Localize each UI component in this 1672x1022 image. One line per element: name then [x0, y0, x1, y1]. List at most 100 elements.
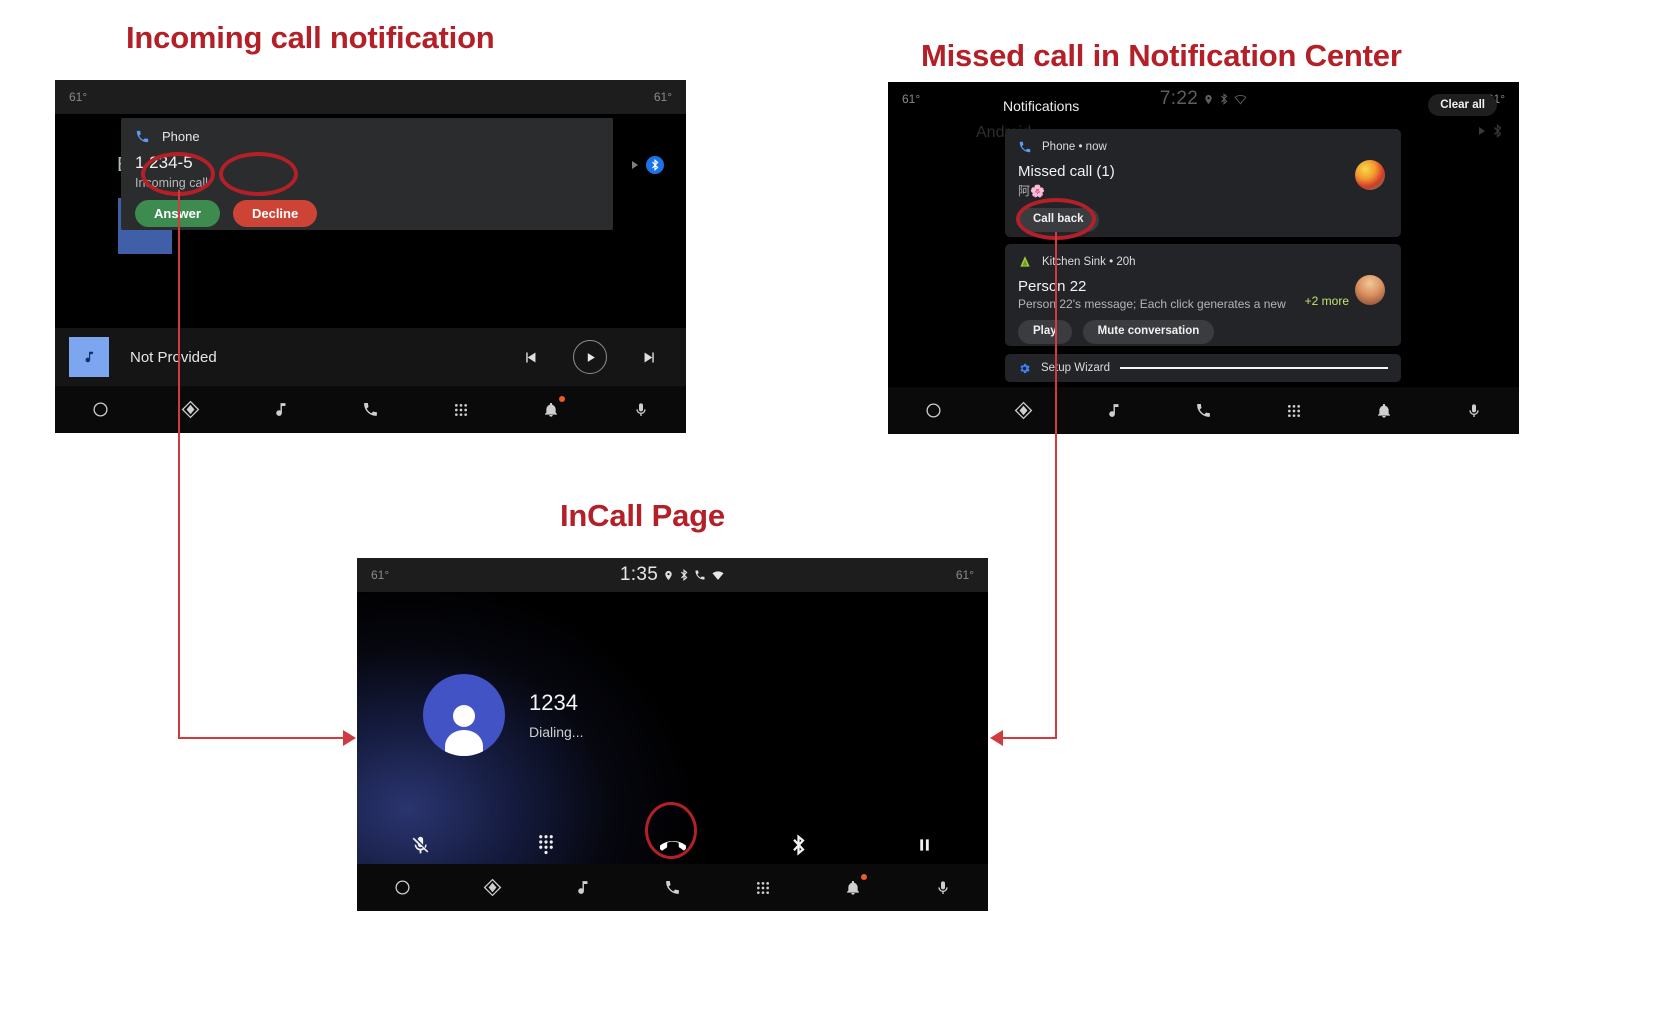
avatar — [1355, 275, 1385, 305]
skip-next-icon[interactable] — [641, 349, 658, 366]
nav-home-button[interactable] — [381, 867, 423, 909]
phone-call-icon — [135, 129, 150, 144]
incoming-call-body: B Phone — [55, 114, 686, 386]
skip-previous-icon[interactable] — [522, 349, 539, 366]
system-nav-bar — [888, 387, 1519, 434]
media-playback-bar[interactable]: Not Provided — [55, 328, 686, 386]
nav-phone-button[interactable] — [651, 867, 693, 909]
chevron-right-icon — [632, 161, 638, 169]
heads-up-notification[interactable]: Phone 1 234-5 Incoming call Answer Decli… — [121, 118, 613, 230]
nav-notifications-button[interactable] — [530, 389, 572, 431]
connector-answer-horizontal — [178, 737, 343, 739]
background-bluetooth-indicator — [632, 156, 664, 174]
gear-icon — [1018, 362, 1031, 375]
nav-apps-button[interactable] — [440, 389, 482, 431]
chevron-right-icon — [1479, 127, 1485, 135]
card-title: Missed call (1) — [1018, 163, 1115, 180]
bluetooth-icon — [1492, 124, 1503, 138]
nav-media-button[interactable] — [561, 867, 603, 909]
status-bar: 61° 61° 1:35 — [357, 558, 988, 592]
notification-badge — [558, 395, 565, 402]
card-app-name: Setup Wizard — [1041, 362, 1111, 374]
status-clock: 7:22 — [1159, 88, 1199, 109]
nav-apps-button[interactable] — [742, 867, 784, 909]
nav-navigation-button[interactable] — [1002, 390, 1044, 432]
nav-phone-button[interactable] — [349, 389, 391, 431]
play-button[interactable]: Play — [1018, 320, 1072, 344]
status-clock: 1:35 — [619, 564, 659, 585]
kitchen-sink-icon — [1018, 255, 1032, 269]
system-nav-bar — [55, 386, 686, 433]
bluetooth-icon — [679, 569, 689, 581]
notification-title: 1 234-5 — [135, 153, 193, 172]
connector-callback-vertical — [1055, 232, 1057, 739]
nav-assistant-button[interactable] — [1453, 390, 1495, 432]
dialpad-button[interactable] — [483, 834, 609, 856]
card-header: Phone • now — [1018, 140, 1388, 154]
diagram-canvas: Incoming call notification Missed call i… — [0, 0, 1672, 1022]
play-button[interactable] — [573, 340, 607, 374]
call-controls — [357, 832, 988, 858]
more-messages-label: +2 more — [1304, 294, 1349, 308]
card-subtitle: 阿🌸 — [1018, 184, 1045, 198]
notification-badge — [860, 873, 867, 880]
notification-card-missed-call[interactable]: Phone • now Missed call (1) 阿🌸 Call back — [1005, 129, 1401, 237]
nav-phone-button[interactable] — [1182, 390, 1224, 432]
nav-home-button[interactable] — [912, 390, 954, 432]
setup-progress-line — [1120, 367, 1388, 369]
connector-answer-vertical — [178, 190, 180, 739]
incoming-call-screen: 61° 61° B — [55, 80, 686, 433]
mute-conversation-button[interactable]: Mute conversation — [1082, 320, 1215, 344]
nav-home-button[interactable] — [79, 389, 121, 431]
location-icon — [1203, 94, 1214, 105]
call-number: 1234 — [529, 690, 578, 715]
wifi-icon — [711, 570, 725, 581]
call-state: Dialing... — [529, 724, 584, 740]
call-text-block: 1234 Dialing... — [529, 690, 583, 740]
connector-callback-arrowhead — [990, 730, 1003, 746]
notification-card-kitchen-sink[interactable]: Kitchen Sink • 20h Person 22 Person 22's… — [1005, 244, 1401, 346]
notification-header: Phone — [135, 129, 599, 144]
incall-screen: 61° 61° 1:35 1234 Dialing... — [357, 558, 988, 911]
avatar — [1355, 160, 1385, 190]
nav-media-button[interactable] — [1092, 390, 1134, 432]
nav-navigation-button[interactable] — [471, 867, 513, 909]
nav-apps-button[interactable] — [1273, 390, 1315, 432]
call-back-button[interactable]: Call back — [1018, 208, 1099, 232]
end-call-button[interactable] — [609, 832, 735, 858]
location-icon — [663, 570, 674, 581]
nav-notifications-button[interactable] — [832, 867, 874, 909]
status-center-cluster: 1:35 — [357, 564, 988, 586]
notification-center-title: Notifications — [1003, 98, 1080, 114]
nav-media-button[interactable] — [259, 389, 301, 431]
call-contact-info: 1234 Dialing... — [423, 674, 583, 756]
notification-center-screen: 61° 61° 7:22 Notifications Clear all And… — [888, 82, 1519, 434]
hold-button[interactable] — [862, 835, 988, 855]
nav-assistant-button[interactable] — [922, 867, 964, 909]
person-avatar-icon — [423, 674, 505, 756]
mute-button[interactable] — [357, 835, 483, 856]
decline-button[interactable]: Decline — [232, 200, 318, 227]
status-temp-right: 61° — [653, 90, 672, 104]
notification-actions: Answer Decline — [135, 200, 599, 227]
status-bar: 61° 61° 7:22 — [888, 82, 1519, 116]
connector-callback-horizontal — [1003, 737, 1057, 739]
clear-all-button[interactable]: Clear all — [1428, 94, 1497, 116]
audio-route-button[interactable] — [736, 834, 862, 856]
background-bluetooth-indicator — [1479, 124, 1503, 138]
notification-subtitle: Incoming call — [135, 176, 208, 190]
nav-navigation-button[interactable] — [169, 389, 211, 431]
phone-forward-icon — [694, 569, 706, 581]
status-temp-left: 61° — [69, 90, 88, 104]
nav-notifications-button[interactable] — [1363, 390, 1405, 432]
bluetooth-icon — [1219, 93, 1229, 105]
status-center-cluster: 7:22 — [888, 88, 1519, 110]
notification-card-setup-wizard[interactable]: Setup Wizard — [1005, 354, 1401, 382]
card-actions: Call back — [1018, 208, 1388, 232]
card-app-name: Phone • now — [1042, 141, 1107, 153]
phone-call-icon — [1018, 140, 1032, 154]
nav-assistant-button[interactable] — [620, 389, 662, 431]
status-bar: 61° 61° — [55, 80, 686, 114]
card-actions: Play Mute conversation — [1018, 320, 1388, 344]
card-header: Kitchen Sink • 20h — [1018, 255, 1388, 269]
